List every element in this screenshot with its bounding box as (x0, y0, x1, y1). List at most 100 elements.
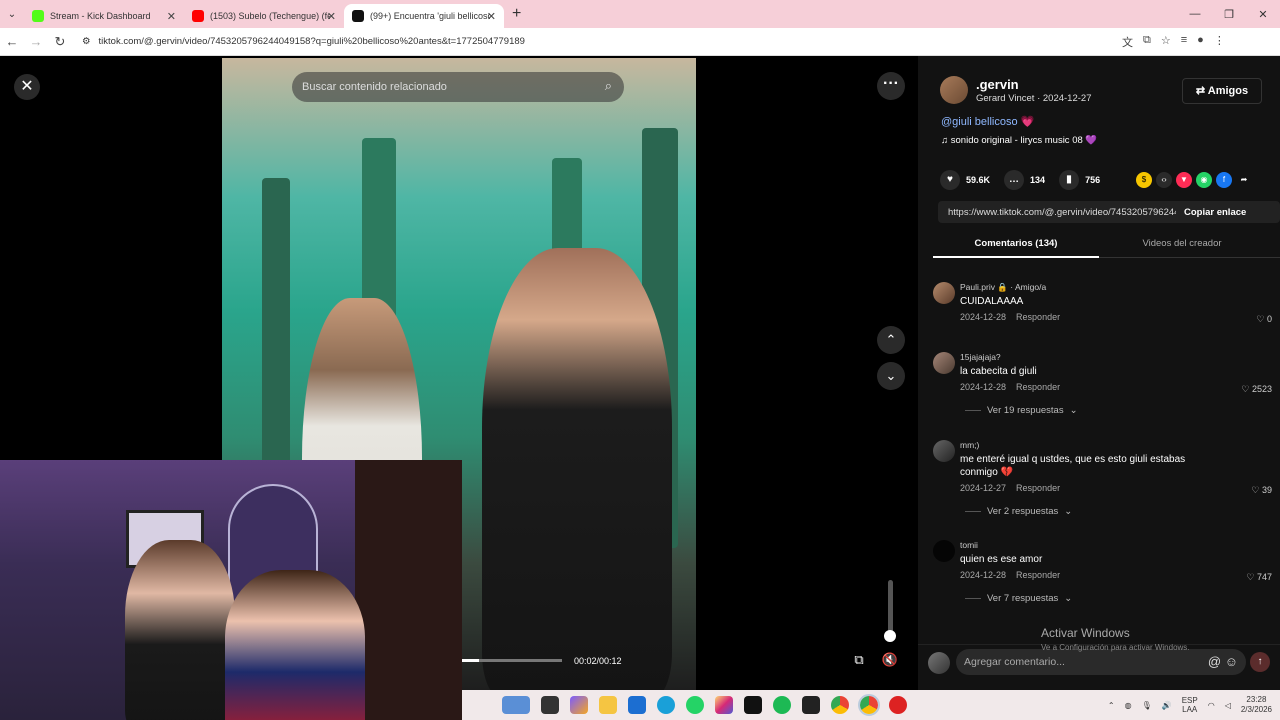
coin-icon[interactable]: $ (1136, 172, 1152, 188)
copilot-icon[interactable] (570, 696, 588, 714)
wifi-icon[interactable]: ◠ (1208, 701, 1215, 710)
translate-icon[interactable]: 文 (1122, 34, 1133, 50)
send-icon[interactable]: ▼ (1176, 172, 1192, 188)
reply-button[interactable]: Responder (1016, 382, 1060, 392)
task-view-icon[interactable] (541, 696, 559, 714)
edge-icon[interactable] (657, 696, 675, 714)
file-explorer-icon[interactable] (599, 696, 617, 714)
author-avatar[interactable] (940, 76, 968, 104)
more-options-button[interactable]: ··· (877, 72, 905, 100)
previous-video-button[interactable]: ⌃ (877, 326, 905, 354)
video-link-field[interactable]: https://www.tiktok.com/@.gervin/video/74… (938, 201, 1280, 223)
close-tab-icon[interactable]: ✕ (327, 10, 336, 23)
minimize-icon[interactable]: — (1178, 8, 1212, 20)
commenter-name[interactable]: mm;) (960, 440, 979, 450)
commenter-name[interactable]: 15jajajaja? (960, 352, 1001, 362)
comment-button[interactable]: … 134 (1004, 170, 1045, 190)
chrome-active-icon[interactable] (858, 694, 880, 716)
reply-button[interactable]: Responder (1016, 312, 1060, 322)
back-icon[interactable]: ← (0, 34, 24, 49)
view-replies-button[interactable]: Ver 2 respuestas ⌄ (965, 506, 1072, 517)
close-window-icon[interactable]: ✕ (1246, 8, 1280, 21)
facebook-icon[interactable]: f (1216, 172, 1232, 188)
caption-mention[interactable]: @giuli bellicoso 💗 (941, 115, 1034, 128)
emoji-icon[interactable]: ☺ (1225, 654, 1238, 669)
share-arrow-icon[interactable]: ➦ (1236, 172, 1252, 188)
post-comment-button[interactable]: ↑ (1250, 652, 1270, 672)
menu-icon[interactable]: ⋮ (1214, 34, 1225, 50)
network-icon[interactable]: ◍ (1125, 701, 1132, 710)
close-video-button[interactable]: ✕ (14, 74, 40, 100)
embed-icon[interactable]: ‹› (1156, 172, 1172, 188)
tray-overflow-icon[interactable]: ⌃ (1108, 701, 1115, 710)
site-info-icon[interactable]: ⚙ (82, 36, 91, 47)
reply-button[interactable]: Responder (1016, 570, 1060, 580)
comment-like-button[interactable]: ♡ 0 (1256, 314, 1272, 325)
whatsapp-icon[interactable]: ◉ (1196, 172, 1212, 188)
whatsapp-taskbar-icon[interactable] (686, 696, 704, 714)
commenter-name[interactable]: Pauli.priv 🔒 · Amigo/a (960, 282, 1046, 293)
reading-list-icon[interactable]: ≡ (1181, 34, 1187, 50)
next-video-button[interactable]: ⌄ (877, 362, 905, 390)
author-username[interactable]: .gervin (976, 77, 1019, 92)
chrome-icon[interactable] (831, 696, 849, 714)
commenter-avatar[interactable] (933, 540, 955, 562)
forward-icon[interactable]: → (24, 34, 48, 49)
lang-layout: LAA (1182, 705, 1198, 714)
new-tab-button[interactable]: + (504, 5, 529, 23)
store-icon[interactable] (628, 696, 646, 714)
instagram-icon[interactable] (715, 696, 733, 714)
restore-icon[interactable]: ❐ (1212, 8, 1246, 21)
bookmark-star-icon[interactable]: ☆ (1161, 34, 1171, 50)
search-icon[interactable]: ⌕ (605, 78, 612, 94)
volume-slider[interactable] (884, 580, 896, 642)
commenter-name[interactable]: tomii (960, 540, 978, 550)
weather-widget-icon[interactable] (502, 696, 530, 714)
tab-search-icon[interactable]: ⌄ (0, 9, 24, 20)
reply-button[interactable]: Responder (1016, 483, 1060, 493)
profile-icon[interactable]: ● (1197, 34, 1204, 50)
music-note-icon: ♫ (941, 135, 951, 146)
browser-tab-active[interactable]: (99+) Encuentra 'giuli bellicoso ✕ (344, 4, 504, 28)
mention-icon[interactable]: @ (1208, 654, 1221, 669)
related-search-input[interactable]: Buscar contenido relacionado ⌕ (292, 72, 624, 102)
speaker-icon[interactable]: ◁ (1225, 701, 1231, 710)
tab-creator-videos[interactable]: Videos del creador (1099, 238, 1265, 249)
sound-link[interactable]: ♫ sonido original - lirycs music 08 💜 (941, 135, 1097, 146)
volume-icon[interactable]: 🔊 (1162, 701, 1172, 710)
comment-input[interactable]: Agregar comentario... @ ☺ (956, 649, 1246, 675)
clock-date: 2/3/2026 (1240, 705, 1272, 714)
commenter-avatar[interactable] (933, 440, 955, 462)
comment-like-button[interactable]: ♡ 2523 (1241, 384, 1272, 395)
tiktok-taskbar-icon[interactable] (744, 696, 762, 714)
clock[interactable]: 23:28 2/3/2026 (1241, 695, 1272, 715)
recording-app-icon[interactable] (889, 696, 907, 714)
floating-player-icon[interactable]: ⧉ (849, 652, 869, 672)
url-field[interactable]: ⚙ tiktok.com/@.gervin/video/745320579624… (76, 31, 1116, 52)
spotify-icon[interactable] (773, 696, 791, 714)
video-details-panel: .gervin Gerard Vincet · 2024-12-27 ⇄ Ami… (918, 56, 1280, 690)
reload-icon[interactable]: ↻ (48, 34, 72, 50)
copy-link-button[interactable]: Copiar enlace (1176, 207, 1246, 218)
browser-tab[interactable]: (1503) Subelo (Techengue) (feat. ✕ (184, 4, 344, 28)
friends-button[interactable]: ⇄ Amigos (1182, 78, 1262, 104)
save-button[interactable]: ▮ 756 (1059, 170, 1100, 190)
like-button[interactable]: ♥ 59.6K (940, 170, 990, 190)
browser-tab[interactable]: Stream - Kick Dashboard ✕ (24, 4, 184, 28)
view-replies-button[interactable]: Ver 7 respuestas ⌄ (965, 593, 1072, 604)
capcut-icon[interactable] (802, 696, 820, 714)
language-indicator[interactable]: ESP LAA (1182, 696, 1198, 714)
microphone-icon[interactable]: 🎙 (1142, 701, 1152, 710)
comment-like-button[interactable]: ♡ 39 (1251, 485, 1272, 496)
cast-icon[interactable]: ⧉ (1143, 34, 1151, 50)
tab-comments[interactable]: Comentarios (134) (933, 238, 1099, 249)
volume-knob[interactable] (884, 630, 896, 642)
view-replies-button[interactable]: Ver 19 respuestas ⌄ (965, 405, 1078, 416)
comment-like-button[interactable]: ♡ 747 (1246, 572, 1272, 583)
video-progress-bar[interactable] (462, 659, 562, 662)
commenter-avatar[interactable] (933, 282, 955, 304)
commenter-avatar[interactable] (933, 352, 955, 374)
mute-icon[interactable]: 🔇 (880, 652, 900, 672)
close-tab-icon[interactable]: ✕ (487, 10, 496, 23)
close-tab-icon[interactable]: ✕ (167, 10, 176, 23)
